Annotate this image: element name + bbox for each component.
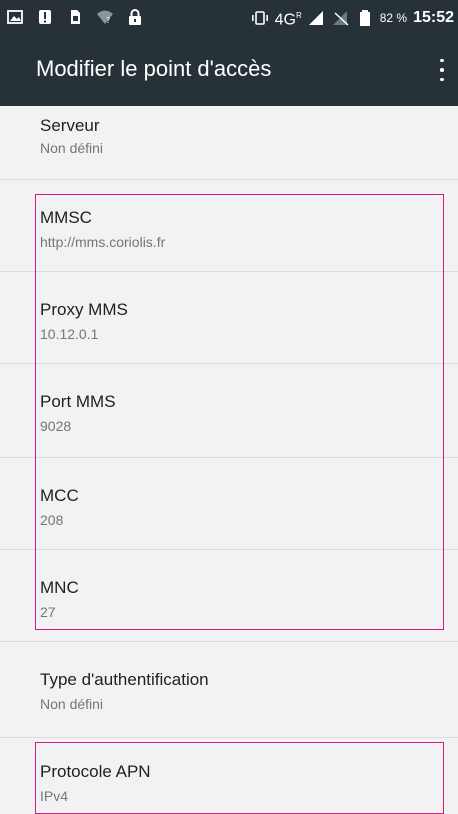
setting-value: IPv4 <box>40 788 69 804</box>
overflow-dot <box>440 59 444 63</box>
signal-icon <box>308 9 326 27</box>
no-signal-icon <box>332 9 350 27</box>
app-toolbar: Modifier le point d'accès <box>0 34 458 106</box>
overflow-dot <box>440 77 444 81</box>
setting-value: 208 <box>40 512 64 528</box>
setting-row-protocole-apn[interactable]: Protocole APN IPv4 <box>0 738 458 812</box>
setting-row-mmsc[interactable]: MMSC http://mms.coriolis.fr <box>0 180 458 272</box>
vibrate-icon <box>251 9 269 27</box>
setting-value: 9028 <box>40 418 72 434</box>
wifi-question-icon: ? <box>96 8 114 26</box>
setting-title: MMSC <box>40 208 92 227</box>
overflow-dot <box>440 68 444 72</box>
setting-row-proxy-mms[interactable]: Proxy MMS 10.12.0.1 <box>0 272 458 364</box>
setting-title: Type d'authentification <box>40 670 209 689</box>
page-title: Modifier le point d'accès <box>36 56 272 81</box>
setting-row-port-mms[interactable]: Port MMS 9028 <box>0 364 458 458</box>
setting-row-type-authentification[interactable]: Type d'authentification Non défini <box>0 642 458 738</box>
setting-title: Proxy MMS <box>40 300 128 319</box>
clock: 15:52 <box>413 9 454 27</box>
setting-title: Protocole APN <box>40 762 151 781</box>
setting-value: Non défini <box>40 696 104 712</box>
svg-text:?: ? <box>106 16 110 25</box>
setting-title: Serveur <box>40 116 100 135</box>
setting-title: Port MMS <box>40 392 116 411</box>
alert-icon <box>36 8 54 26</box>
setting-title: MCC <box>40 486 79 505</box>
setting-value: Non défini <box>40 140 104 156</box>
setting-row-mnc[interactable]: MNC 27 <box>0 550 458 642</box>
overflow-menu-icon[interactable] <box>432 56 452 84</box>
battery-icon <box>356 9 374 27</box>
setting-value: http://mms.coriolis.fr <box>40 234 166 250</box>
status-bar-notifications: ? <box>6 8 144 26</box>
setting-row-serveur[interactable]: Serveur Non défini <box>0 106 458 180</box>
setting-title: MNC <box>40 578 79 597</box>
image-icon <box>6 8 24 26</box>
battery-percent: 82 % <box>379 11 408 26</box>
network-type: 4GR <box>274 11 302 29</box>
sim-icon <box>66 8 84 26</box>
status-bar-system: 4GR 82 % 15:52 <box>251 7 454 29</box>
lock-icon <box>126 8 144 26</box>
setting-row-mcc[interactable]: MCC 208 <box>0 458 458 550</box>
setting-value: 27 <box>40 604 56 620</box>
status-bar: ? 4GR 82 % 15:52 <box>0 0 458 34</box>
setting-value: 10.12.0.1 <box>40 326 99 342</box>
